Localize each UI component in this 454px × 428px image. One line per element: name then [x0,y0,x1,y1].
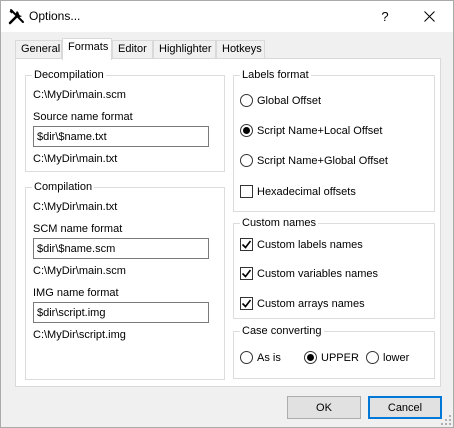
radio-indicator-selected[interactable] [304,351,317,364]
checkmark-icon [241,240,252,249]
checkbox-box[interactable] [240,185,253,198]
checkmark-icon [241,269,252,278]
checkbox-checked[interactable] [240,238,253,251]
tab-general[interactable]: General [15,40,62,59]
radio-case-as-is[interactable]: As is [240,351,281,364]
custom-names-title: Custom names [240,216,318,230]
img-name-format-label: IMG name format [33,287,119,299]
radio-case-upper[interactable]: UPPER [304,351,359,364]
labels-format-group: Labels format Global Offset Script Name+… [233,68,435,212]
formats-panel: Decompilation C:\MyDir\main.scm Source n… [15,58,441,387]
radio-indicator[interactable] [240,154,253,167]
radio-script-name-global-offset[interactable]: Script Name+Global Offset [240,154,388,167]
checkbox-custom-arrays-names[interactable]: Custom arrays names [240,297,365,310]
title-bar[interactable]: Options... ? [1,1,453,32]
decompilation-title: Decompilation [32,68,106,82]
checkmark-icon [241,299,252,308]
close-button[interactable] [407,1,451,32]
help-button[interactable]: ? [363,1,407,32]
tab-hotkeys[interactable]: Hotkeys [216,40,265,59]
checkbox-checked[interactable] [240,297,253,310]
tab-highlighter[interactable]: Highlighter [153,40,216,59]
compilation-group: Compilation C:\MyDir\main.txt SCM name f… [25,180,225,380]
radio-script-name-local-offset[interactable]: Script Name+Local Offset [240,124,382,137]
radio-indicator[interactable] [240,94,253,107]
radio-case-lower-label: lower [383,351,410,364]
scm-output-path: C:\MyDir\main.scm [33,265,126,277]
resize-grip-icon[interactable] [441,415,451,425]
checkbox-custom-labels-names[interactable]: Custom labels names [240,238,363,251]
checkbox-hexadecimal-offsets[interactable]: Hexadecimal offsets [240,185,356,198]
options-dialog: Options... ? General Formats Editor High… [0,0,454,428]
decompilation-group: Decompilation C:\MyDir\main.scm Source n… [25,68,225,172]
radio-script-name-local-offset-label: Script Name+Local Offset [257,124,383,137]
radio-indicator[interactable] [240,351,253,364]
custom-arrays-names-label: Custom arrays names [257,297,365,310]
window-title: Options... [29,9,81,23]
radio-global-offset[interactable]: Global Offset [240,94,321,107]
tab-editor[interactable]: Editor [112,40,153,59]
source-name-format-label: Source name format [33,111,133,123]
hexadecimal-offsets-label: Hexadecimal offsets [257,185,356,198]
custom-labels-names-label: Custom labels names [257,238,363,251]
radio-script-name-global-offset-label: Script Name+Global Offset [257,154,388,167]
cancel-button[interactable]: Cancel [368,396,442,419]
labels-format-title: Labels format [240,68,311,82]
radio-global-offset-label: Global Offset [257,94,321,107]
compilation-input-path: C:\MyDir\main.txt [33,201,118,213]
scm-name-format-input[interactable] [33,238,209,259]
source-name-format-input[interactable] [33,126,209,147]
checkbox-custom-variables-names[interactable]: Custom variables names [240,267,378,280]
radio-case-upper-label: UPPER [321,351,359,364]
case-converting-title: Case converting [240,324,324,338]
radio-case-as-is-label: As is [257,351,281,364]
tab-formats[interactable]: Formats [62,38,112,60]
img-output-path: C:\MyDir\script.img [33,329,126,341]
radio-case-lower[interactable]: lower [366,351,409,364]
custom-names-group: Custom names Custom labels names Custom … [233,216,435,319]
decompilation-input-path: C:\MyDir\main.scm [33,89,126,101]
scm-name-format-label: SCM name format [33,223,123,235]
img-name-format-input[interactable] [33,302,209,323]
custom-variables-names-label: Custom variables names [257,267,379,280]
case-converting-group: Case converting As is UPPER lower [233,324,435,379]
compilation-title: Compilation [32,180,95,194]
tools-icon [8,8,25,25]
close-icon [423,11,435,22]
radio-indicator-selected[interactable] [240,124,253,137]
checkbox-checked[interactable] [240,267,253,280]
decompilation-output-path: C:\MyDir\main.txt [33,153,118,165]
ok-button[interactable]: OK [287,396,361,419]
radio-indicator[interactable] [366,351,379,364]
